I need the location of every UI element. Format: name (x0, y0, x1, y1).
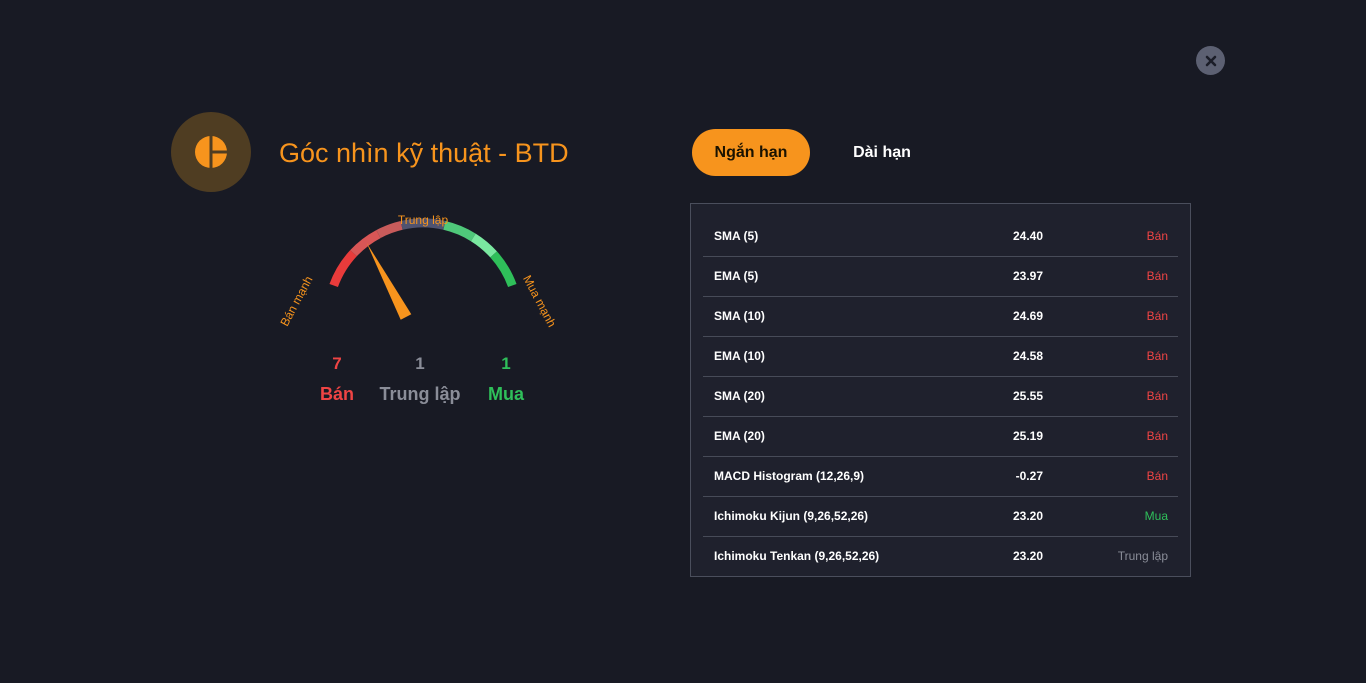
indicator-name: Ichimoku Tenkan (9,26,52,26) (714, 549, 880, 563)
table-row: SMA (20) 25.55 Bán (703, 377, 1178, 417)
indicator-name: EMA (10) (714, 349, 765, 363)
indicator-value: 24.69 (1012, 309, 1043, 323)
close-button[interactable] (1196, 46, 1225, 75)
indicator-value: 25.55 (1012, 389, 1043, 403)
table-row: SMA (5) 24.40 Bán (703, 217, 1178, 257)
indicator-signal: Bán (1146, 469, 1168, 483)
indicator-signal: Bán (1146, 389, 1168, 403)
indicator-value: 23.20 (1012, 509, 1043, 523)
indicator-value: 23.97 (1012, 269, 1043, 283)
indicator-name: Ichimoku Kijun (9,26,52,26) (714, 509, 869, 523)
neutral-label: Trung lập (379, 384, 461, 404)
tab-long-term[interactable]: Dài hạn (822, 129, 942, 176)
table-row: EMA (20) 25.19 Bán (703, 417, 1178, 457)
gauge-segment-buy-mid (470, 233, 497, 258)
indicator-name: SMA (10) (714, 309, 765, 323)
indicator-name: SMA (5) (714, 229, 759, 243)
sell-count: 7 (332, 354, 342, 373)
indicator-value: 24.58 (1012, 349, 1043, 363)
table-row: Ichimoku Kijun (9,26,52,26) 23.20 Mua (703, 497, 1178, 537)
indicator-table: SMA (5) 24.40 Bán EMA (5) 23.97 Bán SMA (10) 24… (690, 203, 1191, 577)
neutral-count: 1 (415, 354, 425, 373)
indicator-signal: Bán (1146, 229, 1168, 243)
close-icon (1205, 55, 1216, 66)
table-row: MACD Histogram (12,26,9) -0.27 Bán (703, 457, 1178, 497)
table-row: Ichimoku Tenkan (9,26,52,26) 23.20 Trung l… (703, 537, 1178, 576)
indicator-signal: Trung lập (1117, 549, 1168, 563)
gauge-segment-sell-mid (350, 230, 381, 257)
pie-chart-icon (195, 136, 227, 168)
indicator-value: 24.40 (1012, 229, 1043, 243)
table-row: SMA (10) 24.69 Bán (703, 297, 1178, 337)
indicator-signal: Bán (1146, 309, 1168, 323)
page-title: Góc nhìn kỹ thuật - BTD (279, 138, 569, 168)
indicator-signal: Bán (1146, 349, 1168, 363)
indicator-signal: Bán (1146, 269, 1168, 283)
gauge-segment-buy (443, 221, 476, 242)
tab-short-term[interactable]: Ngắn hạn (692, 129, 810, 176)
indicator-name: EMA (5) (714, 269, 759, 283)
indicator-name: SMA (20) (714, 389, 765, 403)
buy-label: Mua (488, 384, 524, 404)
indicator-value: 25.19 (1012, 429, 1043, 443)
gauge-label-left: Bán mạnh (280, 274, 315, 329)
buy-count: 1 (501, 354, 511, 373)
gauge-label-top: Trung lập (398, 213, 449, 227)
indicator-value: -0.27 (1015, 469, 1043, 483)
indicator-value: 23.20 (1012, 549, 1043, 563)
gauge-label-right: Mua mạnh (520, 273, 559, 330)
sentiment-gauge: Trung lập Bán mạnh Mua mạnh (280, 213, 559, 330)
indicator-signal: Mua (1144, 509, 1168, 523)
gauge-needle (366, 242, 412, 320)
logo-badge (171, 112, 251, 192)
indicator-name: EMA (20) (714, 429, 765, 443)
gauge-segment-strong-sell (329, 250, 357, 288)
table-row: EMA (5) 23.97 Bán (703, 257, 1178, 297)
gauge-segment-strong-buy (490, 251, 517, 288)
indicator-name: MACD Histogram (12,26,9) (714, 469, 865, 483)
gauge-arcs (329, 218, 517, 288)
indicator-signal: Bán (1146, 429, 1168, 443)
table-row: EMA (10) 24.58 Bán (703, 337, 1178, 377)
technical-view-modal: Góc nhìn kỹ thuật - BTD Trung lập Bán mạ… (0, 0, 1366, 683)
